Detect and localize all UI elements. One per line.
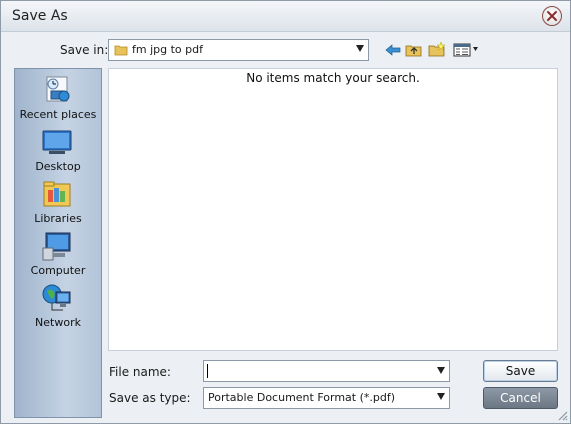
network-icon — [42, 284, 71, 311]
save-as-dialog: Save As Save in: fm jpg to pdf Recent pl… — [0, 0, 571, 424]
save-as-type-label: Save as type: — [109, 391, 191, 405]
place-network[interactable]: Network — [15, 282, 101, 332]
chevron-down-icon[interactable] — [437, 367, 445, 374]
dialog-title: Save As — [12, 8, 68, 24]
save-in-label: Save in: — [60, 43, 109, 57]
place-label: Desktop — [35, 160, 81, 173]
place-label: Libraries — [34, 212, 82, 225]
close-icon — [547, 11, 557, 21]
new-folder-icon[interactable] — [428, 41, 446, 57]
place-label: Network — [35, 316, 81, 329]
save-as-type-value: Portable Document Format (*.pdf) — [208, 391, 396, 404]
resize-grip-icon[interactable] — [556, 409, 568, 421]
file-list[interactable]: No items match your search. — [108, 68, 558, 351]
file-name-field[interactable] — [203, 360, 450, 382]
recent-places-icon — [46, 76, 70, 102]
title-bar[interactable]: Save As — [1, 1, 570, 32]
text-caret — [207, 364, 208, 378]
folder-icon — [114, 45, 128, 56]
desktop-icon — [42, 130, 72, 154]
back-arrow-icon[interactable] — [384, 42, 402, 58]
place-desktop[interactable]: Desktop — [15, 126, 101, 176]
save-in-combo[interactable]: fm jpg to pdf — [108, 39, 369, 61]
view-menu-icon[interactable] — [453, 42, 479, 58]
place-label: Computer — [30, 264, 86, 277]
save-as-type-combo[interactable]: Portable Document Format (*.pdf) — [203, 387, 450, 409]
place-libraries[interactable]: Libraries — [15, 178, 101, 228]
chevron-down-icon — [356, 45, 364, 52]
close-button[interactable] — [542, 6, 562, 26]
places-bar: Recent places Desktop Libraries Computer… — [14, 68, 102, 418]
cancel-button[interactable]: Cancel — [483, 387, 558, 409]
computer-icon — [42, 232, 71, 261]
place-computer[interactable]: Computer — [15, 230, 101, 280]
place-label: Recent places — [19, 108, 97, 121]
up-folder-icon[interactable] — [405, 42, 423, 58]
chevron-down-icon — [437, 393, 445, 400]
file-name-label: File name: — [109, 365, 171, 379]
save-in-folder: fm jpg to pdf — [132, 43, 203, 56]
empty-message: No items match your search. — [246, 71, 420, 85]
save-button[interactable]: Save — [483, 360, 558, 382]
libraries-icon — [43, 181, 71, 207]
place-recent-places[interactable]: Recent places — [15, 74, 101, 124]
